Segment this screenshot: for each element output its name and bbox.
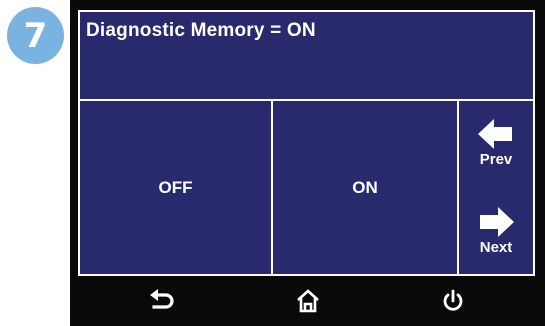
next-button[interactable]: Next (459, 189, 533, 274)
prev-button[interactable]: Prev (459, 101, 533, 186)
on-button-label: ON (352, 177, 378, 197)
nav-column: Prev Next (459, 101, 533, 274)
power-button[interactable] (433, 281, 473, 321)
home-button[interactable] (288, 281, 328, 321)
screen-header: Diagnostic Memory = ON (80, 12, 533, 101)
on-button[interactable]: ON (273, 101, 459, 274)
left-arrow-icon (478, 119, 512, 149)
touch-screen: Diagnostic Memory = ON OFF ON Prev Next (78, 10, 535, 276)
off-button-label: OFF (158, 177, 193, 197)
step-number: 7 (23, 15, 48, 56)
step-number-badge: 7 (7, 7, 64, 64)
back-arrow-icon (150, 289, 174, 309)
next-label: Next (479, 239, 513, 256)
power-icon (443, 289, 463, 311)
parameter-title: Diagnostic Memory = ON (86, 20, 316, 41)
back-button[interactable] (142, 281, 182, 321)
soft-key-bar (70, 276, 545, 326)
right-arrow-icon (480, 207, 514, 237)
device-bezel: Diagnostic Memory = ON OFF ON Prev Next (70, 0, 545, 326)
prev-label: Prev (479, 151, 513, 168)
off-button[interactable]: OFF (80, 101, 273, 274)
home-icon (297, 289, 319, 313)
